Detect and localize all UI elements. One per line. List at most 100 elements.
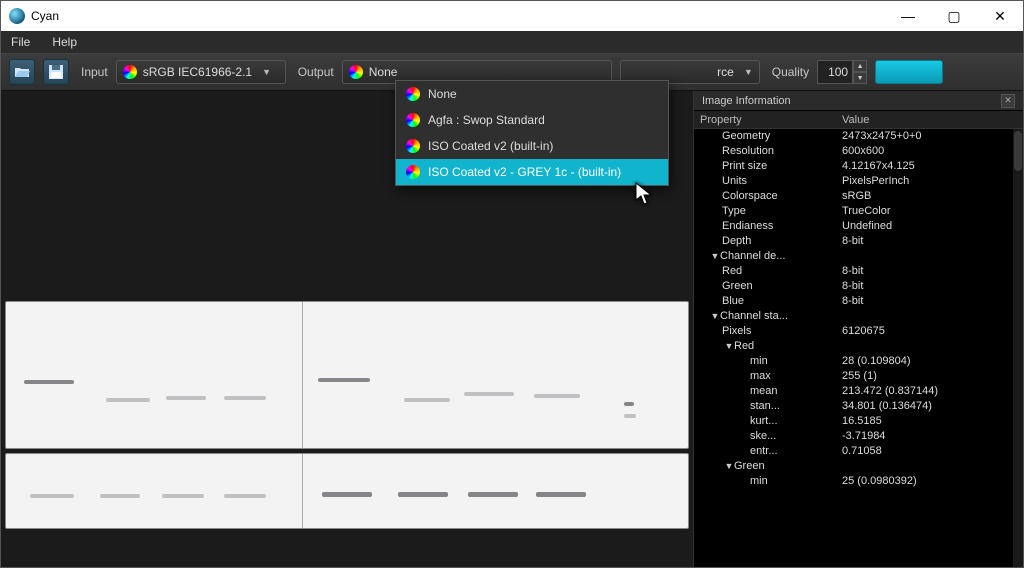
info-value: 16.5185 [842, 414, 1013, 429]
info-value: 6120675 [842, 324, 1013, 339]
info-key: Channel de... [720, 250, 785, 262]
info-key: Endianess [722, 220, 773, 232]
info-value: 8-bit [842, 264, 1013, 279]
quality-stepper[interactable]: ▲ ▼ [817, 60, 867, 84]
disclosure-triangle-icon[interactable]: ▼ [710, 249, 720, 264]
info-value: 213.472 (0.837144) [842, 384, 1013, 399]
info-key: stan... [750, 400, 780, 412]
info-value: 25 (0.0980392) [842, 474, 1013, 489]
close-button[interactable]: ✕ [977, 1, 1023, 31]
col-value: Value [842, 114, 1023, 126]
info-row: min 25 (0.0980392) [694, 474, 1013, 489]
color-wheel-icon [349, 65, 363, 79]
color-wheel-icon [123, 65, 137, 79]
info-key: mean [750, 385, 778, 397]
info-key: Green [734, 460, 765, 472]
info-value [842, 339, 1013, 354]
col-property: Property [694, 114, 842, 126]
info-value [842, 309, 1013, 324]
rendering-intent-value: rce [627, 65, 734, 79]
info-panel-close[interactable]: ✕ [1001, 94, 1015, 108]
output-dropdown-item[interactable]: ISO Coated v2 (built-in) [396, 133, 668, 159]
color-wheel-icon [406, 87, 420, 101]
info-scrollbar[interactable] [1013, 129, 1023, 567]
info-row: ColorspacesRGB [694, 189, 1013, 204]
info-key: Red [722, 265, 742, 277]
info-header: Property Value [694, 111, 1023, 129]
menu-help[interactable]: Help [48, 33, 81, 51]
output-dropdown-item[interactable]: ISO Coated v2 - GREY 1c - (built-in) [396, 159, 668, 185]
dropdown-item-label: Agfa : Swop Standard [428, 113, 545, 127]
window-title: Cyan [31, 9, 885, 23]
info-row: ▼Channel sta... [694, 309, 1013, 324]
folder-open-icon [14, 64, 30, 80]
info-value: sRGB [842, 189, 1013, 204]
chevron-down-icon: ▼ [744, 67, 753, 77]
info-key: Red [734, 340, 754, 352]
info-panel: Image Information ✕ Property Value Geome… [693, 91, 1023, 567]
info-value: PixelsPerInch [842, 174, 1013, 189]
info-row: entr...0.71058 [694, 444, 1013, 459]
image-panel-bottom[interactable] [5, 453, 689, 529]
minimize-button[interactable]: — [885, 1, 931, 31]
info-value [842, 249, 1013, 264]
info-key: max [750, 370, 771, 382]
info-row: min 28 (0.109804) [694, 354, 1013, 369]
info-row: mean 213.472 (0.837144) [694, 384, 1013, 399]
info-value: 28 (0.109804) [842, 354, 1013, 369]
maximize-button[interactable]: ▢ [931, 1, 977, 31]
info-value: 255 (1) [842, 369, 1013, 384]
info-row: UnitsPixelsPerInch [694, 174, 1013, 189]
info-row: Pixels 6120675 [694, 324, 1013, 339]
output-dropdown-item[interactable]: Agfa : Swop Standard [396, 107, 668, 133]
info-row: Resolution600x600 [694, 144, 1013, 159]
info-key: kurt... [750, 415, 778, 427]
chevron-down-icon: ▼ [262, 67, 271, 77]
info-value: 2473x2475+0+0 [842, 129, 1013, 144]
info-row: Endianess Undefined [694, 219, 1013, 234]
info-key: Pixels [722, 325, 751, 337]
info-row: TypeTrueColor [694, 204, 1013, 219]
info-panel-title-text: Image Information [702, 95, 791, 107]
info-key: min [750, 475, 768, 487]
info-row: Green8-bit [694, 279, 1013, 294]
color-wheel-icon [406, 165, 420, 179]
convert-button[interactable] [875, 60, 943, 84]
info-key: Green [722, 280, 753, 292]
disclosure-triangle-icon[interactable]: ▼ [724, 339, 734, 354]
info-key: Blue [722, 295, 744, 307]
info-row: ▼Channel de... [694, 249, 1013, 264]
menubar: File Help [1, 31, 1023, 53]
quality-label: Quality [772, 65, 809, 79]
info-key: min [750, 355, 768, 367]
output-dropdown-menu[interactable]: None Agfa : Swop Standard ISO Coated v2 (b… [395, 80, 669, 186]
info-row: max 255 (1) [694, 369, 1013, 384]
color-wheel-icon [406, 139, 420, 153]
quality-up[interactable]: ▲ [853, 60, 867, 72]
info-row: stan...34.801 (0.136474) [694, 399, 1013, 414]
info-value: 600x600 [842, 144, 1013, 159]
output-dropdown-item[interactable]: None [396, 81, 668, 107]
info-key: Print size [722, 160, 767, 172]
save-button[interactable] [43, 59, 69, 85]
info-body: Geometry 2473x2475+0+0Resolution600x600Pr… [694, 129, 1023, 567]
image-panel-top[interactable] [5, 301, 689, 449]
disclosure-triangle-icon[interactable]: ▼ [710, 309, 720, 324]
quality-input[interactable] [817, 60, 853, 84]
info-key: Geometry [722, 130, 770, 142]
info-key: ske... [750, 430, 776, 442]
info-row: kurt... 16.5185 [694, 414, 1013, 429]
disclosure-triangle-icon[interactable]: ▼ [724, 459, 734, 474]
info-value: Undefined [842, 219, 1013, 234]
scrollbar-thumb[interactable] [1014, 131, 1022, 171]
quality-down[interactable]: ▼ [853, 72, 867, 84]
menu-file[interactable]: File [7, 33, 34, 51]
info-row: Blue 8-bit [694, 294, 1013, 309]
info-value: 8-bit [842, 294, 1013, 309]
input-profile-dropdown[interactable]: sRGB IEC61966-2.1 ▼ [116, 60, 286, 84]
output-profile-value: None [369, 65, 398, 79]
info-scroll[interactable]: Geometry 2473x2475+0+0Resolution600x600Pr… [694, 129, 1013, 567]
info-row: ▼Green [694, 459, 1013, 474]
open-button[interactable] [9, 59, 35, 85]
info-value: 4.12167x4.125 [842, 159, 1013, 174]
